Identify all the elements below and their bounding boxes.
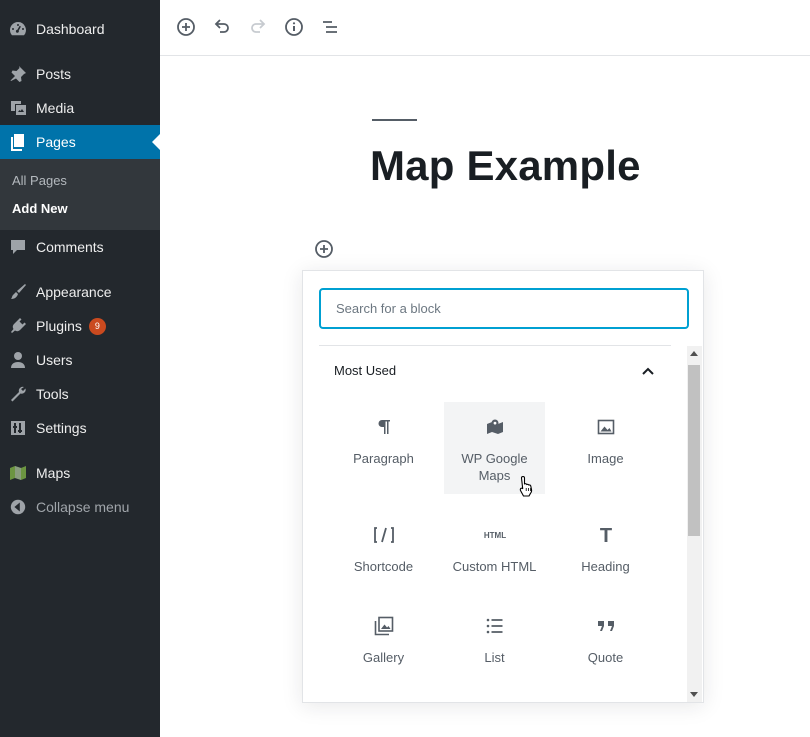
plugins-update-badge: 9 — [88, 317, 106, 335]
chevron-up-icon — [642, 367, 654, 375]
collapse-arrow-icon — [0, 498, 36, 516]
sidebar-item-label: Users — [36, 352, 73, 368]
map-pin-icon — [485, 414, 505, 440]
pages-submenu: All Pages Add New — [0, 159, 160, 230]
panel-divider — [319, 345, 671, 346]
list-icon — [485, 613, 505, 639]
block-label: Image — [587, 451, 624, 466]
sidebar-item-label: Dashboard — [36, 21, 105, 37]
sidebar-item-settings[interactable]: Settings — [0, 411, 160, 445]
plugin-icon — [0, 316, 36, 336]
sidebar-item-label: Pages — [36, 134, 76, 150]
sliders-icon — [0, 418, 36, 438]
gallery-icon — [373, 613, 395, 639]
sidebar-item-pages[interactable]: Pages — [0, 125, 160, 159]
admin-sidebar: Dashboard Posts Media Pages All Pages Ad… — [0, 0, 160, 737]
sidebar-item-label: Maps — [36, 465, 71, 481]
media-icon — [0, 98, 36, 118]
scroll-up-arrow-icon[interactable] — [690, 351, 698, 356]
user-icon — [0, 350, 36, 370]
heading-icon: T — [596, 522, 616, 548]
add-block-button[interactable] — [174, 15, 198, 39]
pin-icon — [0, 64, 36, 84]
block-heading[interactable]: T Heading — [555, 510, 656, 602]
submenu-all-pages[interactable]: All Pages — [12, 173, 67, 188]
inserter-scrollbar[interactable] — [687, 346, 702, 702]
dashboard-icon — [0, 19, 36, 39]
sidebar-item-label: Collapse menu — [36, 499, 130, 515]
svg-text:HTML: HTML — [483, 531, 505, 540]
title-separator — [372, 119, 417, 121]
scrollbar-thumb[interactable] — [688, 365, 700, 536]
block-label: Shortcode — [353, 559, 414, 574]
inline-inserter-button[interactable] — [313, 238, 335, 260]
panel-collapse-toggle[interactable] — [636, 360, 660, 382]
sidebar-item-media[interactable]: Media — [0, 91, 160, 125]
html-icon: HTML — [481, 522, 509, 548]
sidebar-item-posts[interactable]: Posts — [0, 57, 160, 91]
sidebar-item-label: Comments — [36, 239, 104, 255]
sidebar-item-label: Media — [36, 100, 75, 116]
comment-icon — [0, 237, 36, 257]
block-navigation-button[interactable] — [318, 15, 342, 39]
block-label: Paragraph — [353, 451, 414, 466]
sidebar-item-label: Settings — [36, 420, 87, 436]
content-info-button[interactable] — [282, 15, 306, 39]
scroll-down-arrow-icon[interactable] — [690, 692, 698, 697]
image-icon — [596, 414, 616, 440]
paragraph-icon — [374, 414, 394, 440]
svg-text:T: T — [599, 525, 611, 545]
redo-button[interactable] — [246, 15, 270, 39]
panel-title: Most Used — [334, 363, 397, 378]
sidebar-item-label: Plugins — [36, 318, 82, 334]
list-view-icon — [323, 21, 337, 33]
undo-button[interactable] — [210, 15, 234, 39]
sidebar-item-plugins[interactable]: Plugins 9 — [0, 309, 160, 343]
block-inserter-popover: Most Used Paragraph WP Google Maps Image — [302, 270, 704, 703]
block-label: Quote — [587, 650, 624, 665]
block-image[interactable]: Image — [555, 402, 656, 494]
map-icon — [0, 463, 36, 483]
block-paragraph[interactable]: Paragraph — [333, 402, 434, 494]
sidebar-item-dashboard[interactable]: Dashboard — [0, 12, 160, 46]
info-icon — [285, 18, 303, 36]
block-quote[interactable]: Quote — [555, 601, 656, 693]
sidebar-item-tools[interactable]: Tools — [0, 377, 160, 411]
collapse-menu-button[interactable]: Collapse menu — [0, 490, 160, 524]
redo-icon — [251, 19, 266, 33]
sidebar-item-appearance[interactable]: Appearance — [0, 275, 160, 309]
block-search-input[interactable] — [319, 288, 689, 329]
sidebar-item-label: Appearance — [36, 284, 112, 300]
submenu-add-new[interactable]: Add New — [12, 201, 68, 216]
sidebar-item-users[interactable]: Users — [0, 343, 160, 377]
block-label: List — [484, 650, 505, 665]
block-shortcode[interactable]: Shortcode — [333, 510, 434, 602]
plus-circle-icon — [177, 18, 195, 36]
sidebar-item-comments[interactable]: Comments — [0, 230, 160, 264]
editor-toolbar — [160, 0, 810, 56]
shortcode-icon — [373, 522, 395, 548]
plus-circle-icon — [315, 240, 333, 258]
block-custom-html[interactable]: HTML Custom HTML — [444, 510, 545, 602]
sidebar-item-label: Tools — [36, 386, 69, 402]
post-title[interactable]: Map Example — [370, 142, 641, 190]
block-label: Custom HTML — [452, 559, 537, 574]
undo-icon — [214, 19, 229, 33]
block-gallery[interactable]: Gallery — [333, 601, 434, 693]
sidebar-item-maps[interactable]: Maps — [0, 456, 160, 490]
block-list[interactable]: List — [444, 601, 545, 693]
hand-pointer-icon — [519, 475, 533, 497]
quote-icon — [596, 613, 616, 639]
app-root: Dashboard Posts Media Pages All Pages Ad… — [0, 0, 810, 737]
wrench-icon — [0, 384, 36, 404]
sidebar-item-label: Posts — [36, 66, 72, 82]
block-label: Heading — [581, 559, 630, 574]
block-label: Gallery — [362, 650, 405, 665]
pages-icon — [0, 132, 36, 152]
brush-icon — [0, 282, 36, 302]
